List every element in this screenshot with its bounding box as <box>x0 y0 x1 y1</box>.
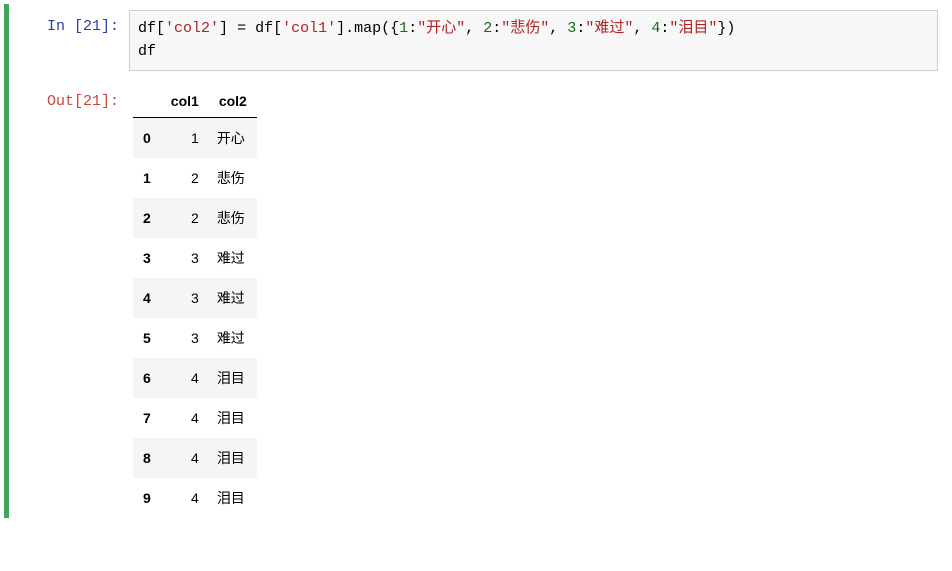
code-token: ({ <box>381 20 399 37</box>
code-input[interactable]: df['col2'] = df['col1'].map({1:"开心", 2:"… <box>129 10 938 71</box>
cell-col2: 开心 <box>209 117 257 158</box>
cell-col1: 2 <box>161 158 209 198</box>
code-token: [ <box>156 20 165 37</box>
code-token: ]. <box>336 20 354 37</box>
code-token: 1 <box>399 20 408 37</box>
code-token: = <box>237 20 246 37</box>
table-header-col2: col2 <box>209 85 257 118</box>
code-token: 'col2' <box>165 20 219 37</box>
output-prompt: Out[21]: <box>9 85 129 112</box>
code-token: [ <box>273 20 282 37</box>
cell-col2: 泪目 <box>209 398 257 438</box>
table-row: 12悲伤 <box>133 158 257 198</box>
table-row: 84泪目 <box>133 438 257 478</box>
row-index: 3 <box>133 238 161 278</box>
notebook-cell: In [21]: df['col2'] = df['col1'].map({1:… <box>4 4 948 518</box>
code-token: , <box>549 20 567 37</box>
output-area: Out[21]: col1 col2 01开心12悲伤22悲伤33难过43难过5… <box>9 75 948 518</box>
table-header-row: col1 col2 <box>133 85 257 118</box>
row-index: 2 <box>133 198 161 238</box>
cell-col1: 4 <box>161 358 209 398</box>
table-header-col1: col1 <box>161 85 209 118</box>
cell-col1: 4 <box>161 478 209 518</box>
cell-col1: 2 <box>161 198 209 238</box>
row-index: 7 <box>133 398 161 438</box>
row-index: 0 <box>133 117 161 158</box>
cell-col2: 难过 <box>209 238 257 278</box>
dataframe-table: col1 col2 01开心12悲伤22悲伤33难过43难过53难过64泪目74… <box>133 85 257 518</box>
code-token: map <box>354 20 381 37</box>
table-row: 22悲伤 <box>133 198 257 238</box>
code-token: df <box>138 43 156 60</box>
row-index: 4 <box>133 278 161 318</box>
row-index: 6 <box>133 358 161 398</box>
table-row: 74泪目 <box>133 398 257 438</box>
cell-col2: 难过 <box>209 278 257 318</box>
code-token: "悲伤" <box>501 20 549 37</box>
cell-col2: 悲伤 <box>209 158 257 198</box>
code-token: , <box>633 20 651 37</box>
code-token: "泪目" <box>669 20 717 37</box>
cell-col1: 1 <box>161 117 209 158</box>
code-token: , <box>465 20 483 37</box>
table-row: 94泪目 <box>133 478 257 518</box>
row-index: 5 <box>133 318 161 358</box>
input-area: In [21]: df['col2'] = df['col1'].map({1:… <box>9 4 948 75</box>
cell-col2: 难过 <box>209 318 257 358</box>
code-token: 3 <box>567 20 576 37</box>
table-row: 53难过 <box>133 318 257 358</box>
code-token: df <box>138 20 156 37</box>
code-token: df <box>246 20 273 37</box>
output-body: col1 col2 01开心12悲伤22悲伤33难过43难过53难过64泪目74… <box>129 85 948 518</box>
table-row: 33难过 <box>133 238 257 278</box>
cell-col1: 3 <box>161 318 209 358</box>
cell-col1: 4 <box>161 438 209 478</box>
code-token: 2 <box>483 20 492 37</box>
table-row: 43难过 <box>133 278 257 318</box>
table-row: 01开心 <box>133 117 257 158</box>
row-index: 1 <box>133 158 161 198</box>
cell-col2: 泪目 <box>209 358 257 398</box>
cell-col2: 泪目 <box>209 478 257 518</box>
code-token: : <box>576 20 585 37</box>
cell-col1: 4 <box>161 398 209 438</box>
code-token: : <box>408 20 417 37</box>
row-index: 8 <box>133 438 161 478</box>
cell-col1: 3 <box>161 238 209 278</box>
cell-col2: 悲伤 <box>209 198 257 238</box>
code-token: }) <box>717 20 735 37</box>
cell-col1: 3 <box>161 278 209 318</box>
table-header-index <box>133 85 161 118</box>
code-token: 'col1' <box>282 20 336 37</box>
cell-col2: 泪目 <box>209 438 257 478</box>
code-token: "难过" <box>585 20 633 37</box>
code-token: ] <box>219 20 237 37</box>
row-index: 9 <box>133 478 161 518</box>
code-token: : <box>492 20 501 37</box>
table-row: 64泪目 <box>133 358 257 398</box>
input-prompt: In [21]: <box>9 10 129 37</box>
code-token: "开心" <box>417 20 465 37</box>
